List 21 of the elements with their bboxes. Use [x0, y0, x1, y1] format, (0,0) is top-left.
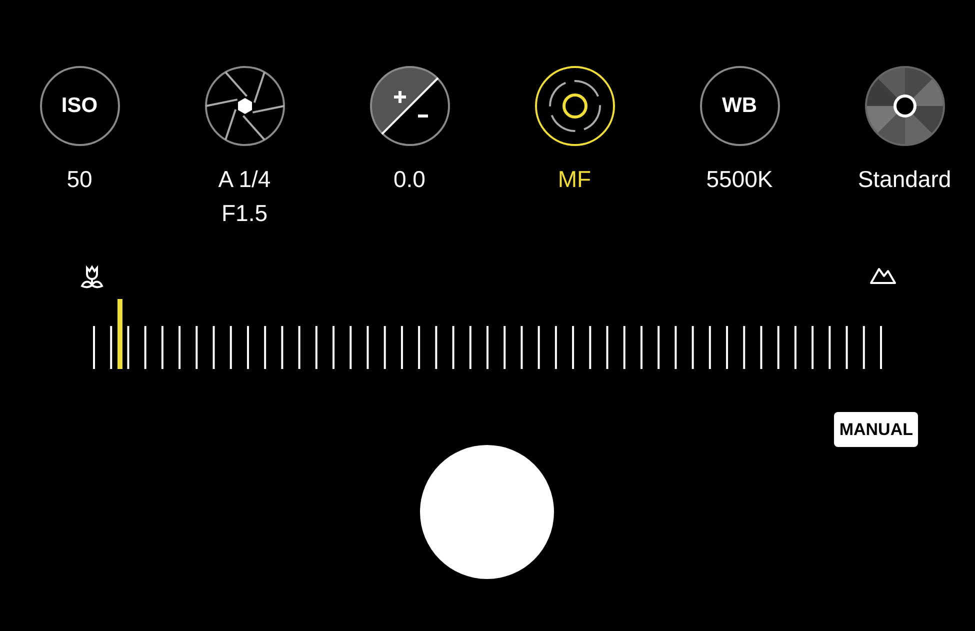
iso-button[interactable]: ISO: [40, 66, 120, 146]
aperture-icon: [204, 66, 284, 146]
setting-value: 5500K: [706, 165, 773, 194]
focus-button[interactable]: [534, 66, 614, 146]
exposure-icon: [370, 66, 450, 146]
color-button[interactable]: [864, 66, 944, 146]
setting-value: MF: [558, 165, 592, 194]
color-wheel-icon: [864, 66, 944, 146]
mountain-icon: [869, 265, 897, 285]
setting-value: 50: [66, 165, 92, 194]
wb-button[interactable]: WB: [700, 66, 780, 146]
setting-value: 0.0: [394, 165, 426, 194]
flower-icon: [79, 265, 105, 289]
setting-value: Standard: [858, 165, 952, 194]
shutter-button[interactable]: [204, 66, 284, 146]
focus-icon: [534, 66, 614, 146]
ev-button[interactable]: [370, 66, 450, 146]
setting-value: F1.5: [221, 199, 268, 228]
mode-badge: MANUAL: [834, 412, 918, 447]
setting-value: A 1/4: [218, 165, 271, 194]
focus-marker[interactable]: [117, 299, 122, 369]
